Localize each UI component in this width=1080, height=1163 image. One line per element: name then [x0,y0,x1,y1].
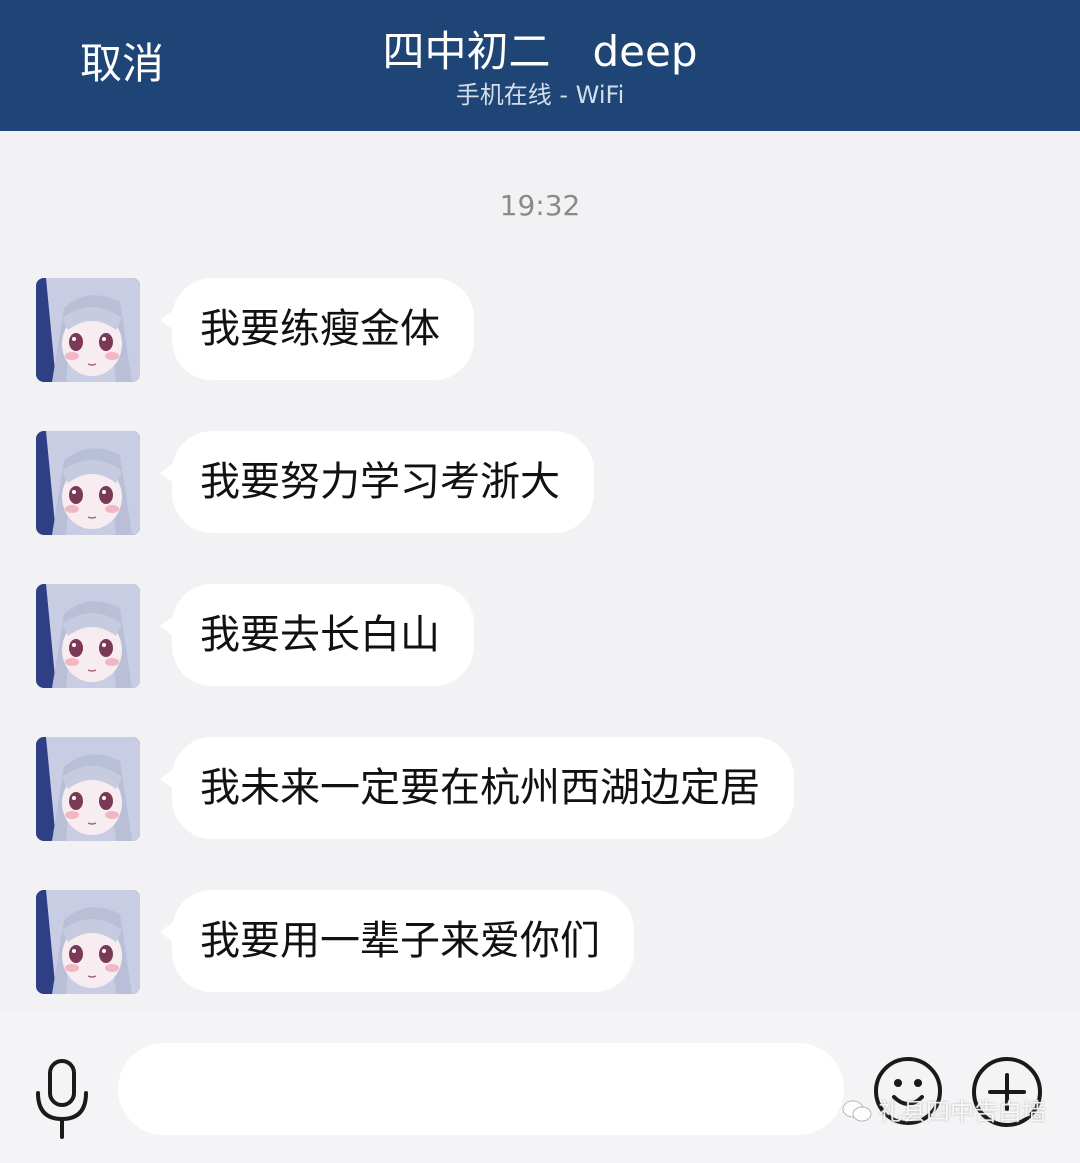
avatar[interactable] [36,584,140,688]
message-bubble[interactable]: 我要用一辈子来爱你们 [160,890,634,992]
chat-header: 取消 四中初二 deep 手机在线 - WiFi [0,0,1080,131]
message-bubble[interactable]: 我要努力学习考浙大 [160,431,594,533]
message-bubble[interactable]: 我未来一定要在杭州西湖边定居 [160,737,794,839]
input-bar [0,1011,1080,1163]
online-status: 手机在线 - WiFi [455,81,625,109]
watermark-text: 礼县四中告白墙 [878,1098,1046,1126]
avatar[interactable] [36,890,140,994]
microphone-icon[interactable] [30,1057,94,1141]
message-bubble[interactable]: 我要去长白山 [160,584,474,686]
avatar[interactable] [36,278,140,382]
message-input[interactable] [118,1043,844,1135]
wechat-logo-icon [842,1099,872,1123]
avatar[interactable] [36,737,140,841]
message-bubble[interactable]: 我要练瘦金体 [160,278,474,380]
avatar[interactable] [36,431,140,535]
message-list: 19:32 我要练瘦金体 我要努力学习考浙大 我要去长白山 我未来一定要在杭州西… [0,131,1080,1011]
watermark: 礼县四中告白墙 [842,1092,1046,1127]
header-title-group: 四中初二 deep 手机在线 - WiFi [0,24,1080,110]
chat-title: 四中初二 deep [382,27,698,76]
message-timestamp: 19:32 [499,189,581,222]
